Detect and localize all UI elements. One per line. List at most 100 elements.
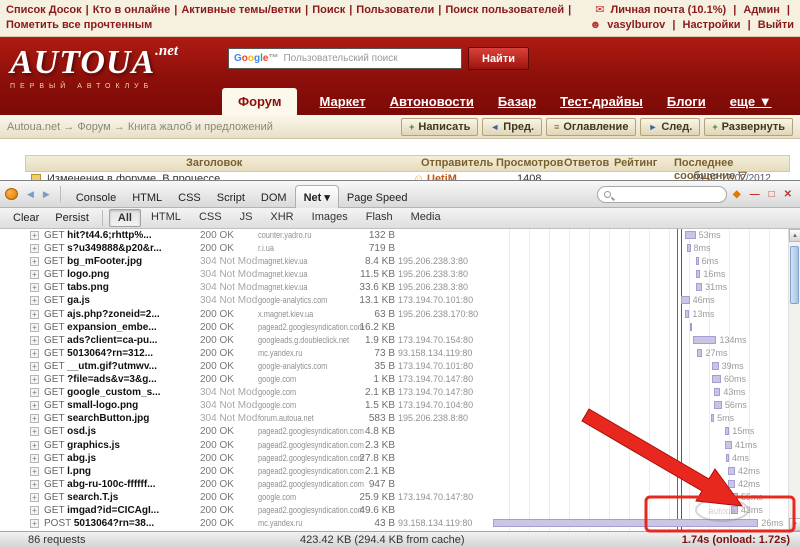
request-row[interactable]: +GET s?u349888&p20&r...200 OKr.i.ua719 B… bbox=[0, 242, 788, 255]
firebug-tab-net[interactable]: Net ▾ bbox=[295, 185, 339, 208]
request-row[interactable]: +GET bg_mFooter.jpg304 Not Modifiedmagne… bbox=[0, 255, 788, 268]
request-row[interactable]: +GET abg-ru-100c-ffffff...200 OKpagead2.… bbox=[0, 478, 788, 491]
username-link[interactable]: vasylburov bbox=[607, 19, 665, 31]
expand-icon[interactable]: + bbox=[30, 414, 39, 423]
forum-column-header[interactable]: Просмотров bbox=[496, 157, 563, 169]
filter-tab-media[interactable]: Media bbox=[403, 209, 449, 227]
expand-icon[interactable]: + bbox=[30, 283, 39, 292]
settings-link[interactable]: Настройки bbox=[683, 19, 741, 31]
firebug-tab-console[interactable]: Console bbox=[68, 187, 124, 208]
firebug-tab-dom[interactable]: DOM bbox=[253, 187, 295, 208]
expand-icon[interactable]: + bbox=[30, 336, 39, 345]
admin-link[interactable]: Админ bbox=[743, 4, 779, 16]
expand-icon[interactable]: + bbox=[30, 375, 39, 384]
firebug-options-icon[interactable]: ◆ bbox=[730, 189, 744, 200]
request-row[interactable]: +GET ga.js304 Not Modifiedgoogle-analyti… bbox=[0, 294, 788, 307]
forum-column-header[interactable]: Отправитель bbox=[421, 157, 493, 169]
firebug-search-input[interactable] bbox=[597, 186, 727, 203]
crumb-button[interactable]: ►След. bbox=[640, 118, 700, 136]
request-row[interactable]: +GET abg.js200 OKpagead2.googlesyndicati… bbox=[0, 452, 788, 465]
request-row[interactable]: +GET expansion_embe...200 OKpagead2.goog… bbox=[0, 321, 788, 334]
expand-icon[interactable]: + bbox=[30, 506, 39, 515]
scrollbar-thumb[interactable] bbox=[790, 246, 799, 304]
expand-icon[interactable]: + bbox=[30, 257, 39, 266]
nav-tab[interactable]: Базар bbox=[496, 88, 538, 115]
nav-tab[interactable]: Маркет bbox=[317, 88, 367, 115]
scroll-up-icon[interactable]: ▲ bbox=[789, 229, 800, 242]
firebug-tab-page-speed[interactable]: Page Speed bbox=[339, 187, 416, 208]
topbar-link[interactable]: Пользователи bbox=[356, 4, 434, 16]
minimize-icon[interactable]: — bbox=[747, 189, 763, 200]
private-mail-link[interactable]: Личная почта (10.1%) bbox=[611, 4, 727, 16]
firebug-icon[interactable] bbox=[5, 188, 18, 200]
nav-tab[interactable]: Тест-драйвы bbox=[558, 88, 645, 115]
firebug-tab-html[interactable]: HTML bbox=[124, 187, 170, 208]
nav-tab[interactable]: Автоновости bbox=[388, 88, 476, 115]
scroll-down-icon[interactable]: ▼ bbox=[789, 518, 800, 531]
firebug-tab-css[interactable]: CSS bbox=[170, 187, 209, 208]
back-icon[interactable]: ◀ bbox=[24, 189, 37, 200]
topbar-link[interactable]: Активные темы/ветки bbox=[181, 4, 301, 16]
firebug-tab-script[interactable]: Script bbox=[209, 187, 253, 208]
crumb-button[interactable]: ≡Оглавление bbox=[546, 118, 636, 136]
request-row[interactable]: +GET logo.png304 Not Modifiedmagnet.kiev… bbox=[0, 268, 788, 281]
expand-icon[interactable]: + bbox=[30, 323, 39, 332]
forum-column-header[interactable]: Ответов bbox=[564, 157, 609, 169]
expand-icon[interactable]: + bbox=[30, 296, 39, 305]
close-icon[interactable]: ✕ bbox=[781, 189, 795, 200]
request-row[interactable]: +GET tabs.png304 Not Modifiedmagnet.kiev… bbox=[0, 281, 788, 294]
request-row[interactable]: +GET osd.js200 OKpagead2.googlesyndicati… bbox=[0, 425, 788, 438]
breadcrumb[interactable]: Autoua.net → Форум → Книга жалоб и предл… bbox=[7, 121, 273, 133]
request-row[interactable]: +GET ?file=ads&v=3&g...200 OKgoogle.com1… bbox=[0, 373, 788, 386]
forward-icon[interactable]: ▶ bbox=[40, 189, 53, 200]
crumb-button[interactable]: +Развернуть bbox=[704, 118, 793, 136]
request-row[interactable]: +GET ajs.php?zoneid=2...200 OKx.magnet.k… bbox=[0, 308, 788, 321]
filter-tab-css[interactable]: CSS bbox=[191, 209, 230, 227]
expand-icon[interactable]: + bbox=[30, 454, 39, 463]
expand-icon[interactable]: + bbox=[30, 467, 39, 476]
crumb-button[interactable]: ◄Пред. bbox=[482, 118, 542, 136]
forum-column-header[interactable]: Заголовок bbox=[186, 157, 242, 169]
expand-icon[interactable]: + bbox=[30, 231, 39, 240]
expand-icon[interactable]: + bbox=[30, 362, 39, 371]
expand-icon[interactable]: + bbox=[30, 480, 39, 489]
request-row[interactable]: +GET google_custom_s...304 Not Modifiedg… bbox=[0, 386, 788, 399]
forum-column-header[interactable]: Рейтинг bbox=[614, 157, 657, 169]
filter-tab-all[interactable]: All bbox=[109, 209, 141, 227]
expand-icon[interactable]: + bbox=[30, 349, 39, 358]
clear-button[interactable]: Clear bbox=[6, 210, 46, 226]
expand-icon[interactable]: + bbox=[30, 427, 39, 436]
request-row[interactable]: +GET hit?t44.6;rhttp%...200 OKcounter.ya… bbox=[0, 229, 788, 242]
filter-tab-flash[interactable]: Flash bbox=[358, 209, 401, 227]
expand-icon[interactable]: + bbox=[30, 493, 39, 502]
persist-button[interactable]: Persist bbox=[48, 210, 96, 226]
nav-tab[interactable]: еще ▼ bbox=[728, 88, 774, 115]
request-row[interactable]: +GET imgad?id=CICAgI...200 OKpagead2.goo… bbox=[0, 504, 788, 517]
logout-link[interactable]: Выйти bbox=[758, 19, 794, 31]
filter-tab-xhr[interactable]: XHR bbox=[262, 209, 301, 227]
expand-icon[interactable]: + bbox=[30, 244, 39, 253]
topbar-link[interactable]: Поиск bbox=[312, 4, 345, 16]
expand-icon[interactable]: + bbox=[30, 270, 39, 279]
request-row[interactable]: +POST 5013064?rn=38...200 OKmc.yandex.ru… bbox=[0, 517, 788, 530]
request-row[interactable]: +GET l.png200 OKpagead2.googlesyndicatio… bbox=[0, 465, 788, 478]
expand-icon[interactable]: + bbox=[30, 310, 39, 319]
request-row[interactable]: +GET searchButton.jpg304 Not Modifiedfor… bbox=[0, 412, 788, 425]
search-input[interactable]: Google™ Пользовательский поиск bbox=[228, 48, 462, 69]
expand-icon[interactable]: + bbox=[30, 388, 39, 397]
nav-tab[interactable]: Форум bbox=[222, 88, 297, 115]
expand-icon[interactable]: + bbox=[30, 519, 39, 528]
topbar-link[interactable]: Поиск пользователей bbox=[445, 4, 564, 16]
request-row[interactable]: +GET 5013064?rn=312...200 OKmc.yandex.ru… bbox=[0, 347, 788, 360]
detach-icon[interactable]: □ bbox=[766, 189, 778, 200]
search-button[interactable]: Найти bbox=[468, 47, 529, 70]
expand-icon[interactable]: + bbox=[30, 441, 39, 450]
expand-icon[interactable]: + bbox=[30, 401, 39, 410]
request-row[interactable]: +GET ads?client=ca-pu...200 OKgoogleads.… bbox=[0, 334, 788, 347]
crumb-button[interactable]: +Написать bbox=[401, 118, 478, 136]
nav-tab[interactable]: Блоги bbox=[665, 88, 708, 115]
request-row[interactable]: +GET graphics.js200 OKpagead2.googlesynd… bbox=[0, 439, 788, 452]
topbar-link[interactable]: Кто в онлайне bbox=[93, 4, 171, 16]
filter-tab-html[interactable]: HTML bbox=[143, 209, 189, 227]
request-row[interactable]: +GET __utm.gif?utmwv...200 OKgoogle-anal… bbox=[0, 360, 788, 373]
